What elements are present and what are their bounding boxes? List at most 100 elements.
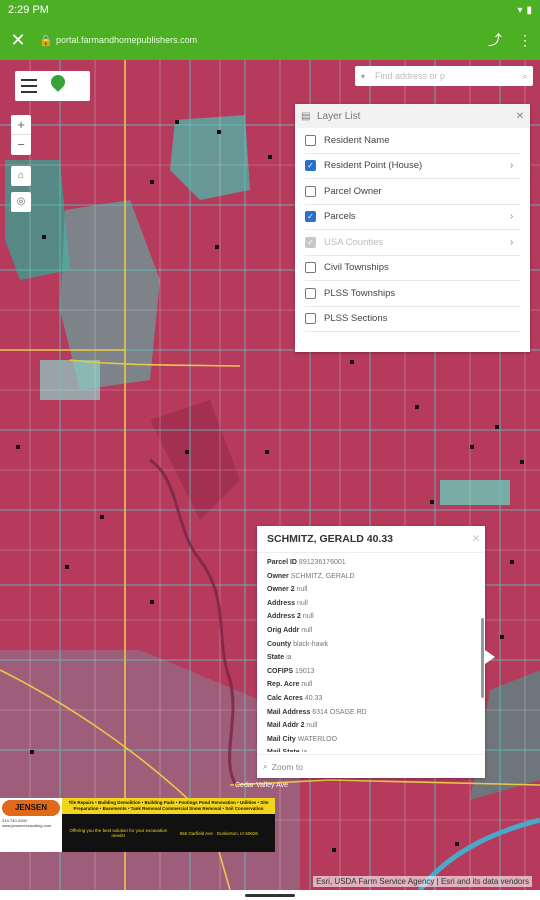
ad-footer: Offering you the best solution for your … — [62, 814, 275, 852]
app-logo-menu[interactable] — [15, 71, 90, 101]
popup-field-row: Mail City WATERLOO — [267, 736, 475, 750]
layer-checkbox[interactable] — [305, 313, 316, 325]
popup-field-row: Mail State ia — [267, 749, 475, 752]
layer-checkbox[interactable] — [305, 185, 316, 197]
field-value: 6314 OSAGE RD — [312, 708, 367, 716]
popup-scrollbar[interactable] — [481, 618, 484, 698]
field-key: Owner 2 — [267, 586, 295, 594]
map-pin-logo-icon — [43, 72, 73, 99]
layer-checkbox: ✓ — [305, 236, 316, 248]
field-value: null — [301, 626, 313, 634]
lock-icon: 🔒 — [39, 34, 53, 47]
share-icon[interactable]: ⤴ — [480, 30, 510, 50]
map-attribution[interactable]: Esri, USDA Farm Service Agency | Esri an… — [313, 876, 532, 887]
sponsor-ad[interactable]: JENSEN 319-740-3940 · www.jensenexcavati… — [0, 798, 275, 852]
field-value: 891236176001 — [298, 559, 346, 566]
close-icon[interactable]: ✕ — [0, 30, 36, 51]
url-text[interactable]: portal.farmandhomepublishers.com — [56, 35, 480, 45]
locate-icon: ◎ — [16, 196, 26, 207]
layer-label: Resident Point (House) — [324, 160, 423, 172]
layer-label: USA Counties — [324, 236, 384, 248]
close-popup-icon[interactable]: ✕ — [467, 533, 485, 545]
field-key: Owner — [267, 572, 289, 580]
layer-label: PLSS Townships — [324, 287, 396, 299]
status-bar: 2:29 PM ▾ ▮ — [0, 0, 540, 20]
field-value: black-hawk — [293, 640, 329, 648]
field-key: Address 2 — [267, 613, 301, 621]
popup-field-row: Rep. Acre null — [267, 681, 475, 695]
layer-checkbox[interactable] — [305, 134, 316, 146]
popup-field-row: Parcel ID 891236176001 — [267, 559, 475, 573]
ad-address: 655 Garfield Ave · Dunkerton, IA 50626 — [179, 830, 258, 836]
field-value: 40.33 — [304, 694, 323, 702]
zoom-to-button[interactable]: ⌕ Zoom to — [257, 754, 485, 778]
home-gesture-handle[interactable] — [245, 894, 295, 897]
address-search[interactable]: ▾ Find address or p ⌕ — [355, 66, 533, 86]
zoom-controls: + − — [11, 115, 31, 155]
chevron-right-icon[interactable]: › — [510, 237, 520, 248]
field-value: 19013 — [295, 667, 315, 675]
popup-fields[interactable]: Parcel ID 891236176001 Owner SCHMITZ, GER… — [257, 552, 485, 752]
field-key: Rep. Acre — [267, 681, 300, 689]
layer-checkbox[interactable] — [305, 262, 316, 274]
zoom-in-button[interactable]: + — [11, 115, 31, 135]
layer-row[interactable]: ✓ Resident Point (House) › — [305, 154, 520, 179]
layers-icon: ▤ — [301, 110, 311, 122]
ad-contact: 319-740-3940 · www.jensenexcavating.com — [2, 818, 52, 828]
layer-label: Resident Name — [324, 134, 390, 146]
popup-pointer — [485, 650, 495, 664]
popup-field-row: Mail Addr 2 null — [267, 722, 475, 736]
field-value: null — [302, 613, 314, 621]
status-time: 2:29 PM — [8, 4, 49, 16]
more-menu-icon[interactable]: ⋮ — [510, 32, 540, 49]
search-source-dropdown-icon[interactable]: ▾ — [355, 72, 371, 81]
field-key: Calc Acres — [267, 694, 303, 702]
chevron-right-icon[interactable]: › — [510, 211, 520, 222]
road-label: Cedar Valley Ave — [235, 782, 289, 789]
layer-checkbox[interactable] — [305, 287, 316, 299]
search-icon[interactable]: ⌕ — [517, 71, 533, 82]
popup-title: SCHMITZ, GERALD 40.33 — [267, 533, 394, 545]
field-value: SCHMITZ, GERALD — [290, 572, 355, 580]
layer-checkbox[interactable]: ✓ — [305, 211, 316, 223]
map-view[interactable]: + − ⌂ ◎ ▾ Find address or p ⌕ ▤ Layer Li… — [0, 60, 540, 890]
layer-row[interactable]: Civil Townships — [305, 256, 520, 281]
zoom-out-button[interactable]: − — [11, 135, 31, 155]
popup-header: SCHMITZ, GERALD 40.33 ✕ — [257, 526, 485, 552]
layer-list-panel: ▤ Layer List ✕ Resident Name ✓ Resident Po… — [295, 104, 530, 352]
popup-field-row: Owner SCHMITZ, GERALD — [267, 573, 475, 587]
layer-checkbox[interactable]: ✓ — [305, 160, 316, 172]
layer-row[interactable]: Parcel Owner — [305, 179, 520, 205]
popup-field-row: State ia — [267, 654, 475, 668]
chevron-right-icon[interactable]: › — [510, 160, 520, 171]
layer-row[interactable]: PLSS Sections — [305, 307, 520, 332]
ad-services-block: Tile Repairs • Building Demolition • Bui… — [62, 798, 275, 852]
wifi-icon: ▾ — [517, 4, 523, 16]
hamburger-menu-icon[interactable] — [15, 79, 43, 93]
close-layer-list-icon[interactable]: ✕ — [510, 111, 530, 122]
popup-field-row: Address null — [267, 600, 475, 614]
field-value: ia — [286, 654, 292, 662]
ad-services: Tile Repairs • Building Demolition • Bui… — [68, 800, 269, 811]
field-key: State — [267, 654, 285, 662]
layer-label: Civil Townships — [324, 262, 389, 274]
layer-row[interactable]: PLSS Townships — [305, 281, 520, 307]
field-key: Address — [267, 599, 296, 607]
layer-row[interactable]: ✓ Parcels › — [305, 205, 520, 230]
home-button[interactable]: ⌂ — [11, 166, 31, 186]
popup-field-row: Owner 2 null — [267, 586, 475, 600]
field-value: ia — [302, 749, 307, 752]
popup-field-row: County black-hawk — [267, 641, 475, 655]
layer-label: PLSS Sections — [324, 313, 388, 325]
search-input[interactable]: Find address or p — [371, 71, 517, 81]
field-key: Orig Addr — [267, 626, 300, 634]
locate-button[interactable]: ◎ — [11, 192, 31, 212]
popup-field-row: Mail Address 6314 OSAGE RD — [267, 709, 475, 723]
layer-row[interactable]: Resident Name — [305, 128, 520, 154]
popup-field-row: COFIPS 19013 — [267, 668, 475, 682]
parcel-popup: SCHMITZ, GERALD 40.33 ✕ Parcel ID 891236… — [257, 526, 485, 778]
popup-field-row: Orig Addr null — [267, 627, 475, 641]
field-key: County — [267, 640, 292, 648]
layer-row[interactable]: ✓ USA Counties › — [305, 230, 520, 256]
field-key: Mail Addr 2 — [267, 722, 305, 730]
